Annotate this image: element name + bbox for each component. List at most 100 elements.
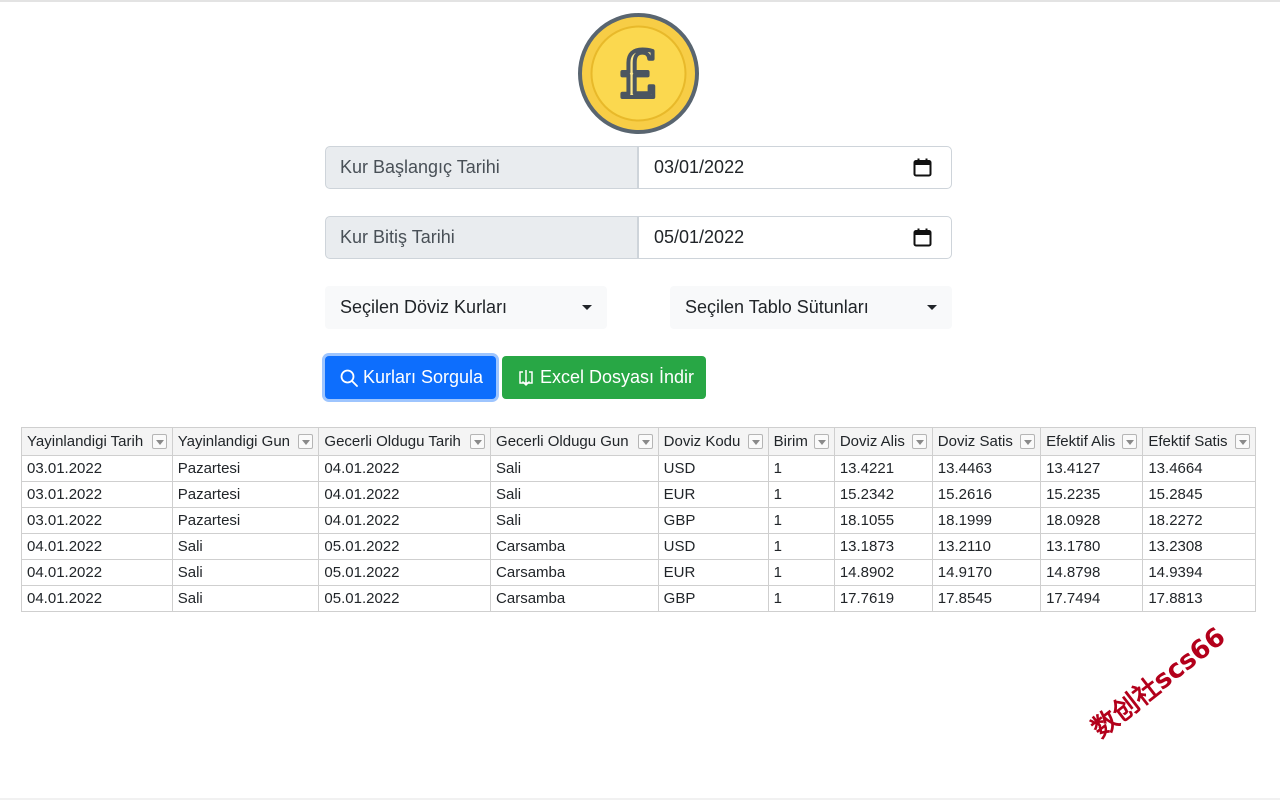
filter-icon[interactable] [637, 434, 653, 449]
chevron-down-icon [582, 305, 592, 310]
table-cell: GBP [657, 585, 769, 612]
table-cell: 14.9170 [931, 559, 1042, 586]
table-cell: 05.01.2022 [318, 533, 492, 560]
currency-select-dropdown[interactable]: Seçilen Döviz Kurları [325, 286, 607, 329]
columns-select-dropdown[interactable]: Seçilen Tablo Sütunları [670, 286, 952, 329]
table-cell: Sali [171, 559, 320, 586]
download-excel-label: Excel Dosyası İndir [540, 367, 695, 387]
column-header[interactable]: Yayinlandigi Gun [171, 427, 320, 456]
table-cell: 13.4127 [1040, 455, 1144, 482]
table-cell: 13.4463 [931, 455, 1042, 482]
table-cell: 1 [767, 585, 835, 612]
chevron-down-icon [927, 305, 937, 310]
table-cell: 15.2342 [833, 481, 933, 508]
table-cell: EUR [657, 481, 769, 508]
table-cell: 18.0928 [1040, 507, 1144, 534]
filter-icon[interactable] [1020, 434, 1036, 449]
table-cell: 04.01.2022 [21, 533, 173, 560]
column-header-label: Birim [773, 433, 808, 450]
column-header[interactable]: Doviz Satis [931, 427, 1042, 456]
start-date-value: 03/01/2022 [654, 157, 745, 177]
table-cell: 03.01.2022 [21, 455, 173, 482]
start-date-row: Kur Başlangıç Tarihi 03/01/2022 [325, 146, 952, 189]
table-cell: Carsamba [490, 533, 659, 560]
table-cell: 1 [767, 533, 835, 560]
filter-icon[interactable] [1235, 434, 1250, 449]
end-date-label: Kur Bitiş Tarihi [325, 216, 638, 259]
columns-select-label: Seçilen Tablo Sütunları [685, 297, 869, 317]
table-cell: 1 [767, 481, 835, 508]
query-rates-label: Kurları Sorgula [363, 367, 484, 387]
table-cell: 1 [767, 455, 835, 482]
end-date-row: Kur Bitiş Tarihi 05/01/2022 [325, 216, 952, 259]
download-icon [519, 369, 533, 386]
filter-icon[interactable] [298, 434, 314, 449]
filter-icon[interactable] [151, 434, 167, 449]
column-header[interactable]: Gecerli Oldugu Tarih [318, 427, 492, 456]
query-rates-button[interactable]: Kurları Sorgula [325, 356, 496, 399]
table-cell: 03.01.2022 [21, 507, 173, 534]
svg-text:£: £ [618, 39, 659, 113]
calendar-icon[interactable] [913, 228, 932, 247]
filter-icon[interactable] [911, 434, 927, 449]
filter-icon[interactable] [1122, 434, 1138, 449]
table-cell: EUR [657, 559, 769, 586]
table-cell: 13.1873 [833, 533, 933, 560]
download-excel-button[interactable]: Excel Dosyası İndir [502, 356, 706, 399]
table-cell: Sali [171, 585, 320, 612]
table-cell: Pazartesi [171, 455, 320, 482]
table-cell: USD [657, 455, 769, 482]
table-cell: 18.1055 [833, 507, 933, 534]
table-cell: 1 [767, 559, 835, 586]
table-cell: 17.7494 [1040, 585, 1144, 612]
column-header-label: Gecerli Oldugu Gun [496, 433, 629, 450]
column-header[interactable]: Efektif Satis [1142, 427, 1256, 456]
column-header[interactable]: Doviz Kodu [657, 427, 769, 456]
table-cell: 04.01.2022 [318, 455, 492, 482]
end-date-value: 05/01/2022 [654, 227, 745, 247]
calendar-icon[interactable] [913, 158, 932, 177]
watermark-text: 数创社scs66 [1086, 621, 1232, 745]
table-cell: Sali [490, 481, 659, 508]
table-row: 04.01.2022 Sali 05.01.2022 Carsamba EUR 1 14.8… [21, 559, 1256, 586]
table-cell: 03.01.2022 [21, 481, 173, 508]
table-row: 04.01.2022 Sali 05.01.2022 Carsamba GBP 1 17.7… [21, 585, 1256, 612]
table-cell: Sali [171, 533, 320, 560]
table-row: 03.01.2022 Pazartesi 04.01.2022 Sali EUR 1 15.… [21, 481, 1256, 508]
start-date-label: Kur Başlangıç Tarihi [325, 146, 638, 189]
exchange-rates-table: Yayinlandigi Tarih Yayinlandigi Gun Gecerl… [21, 427, 1256, 612]
table-cell: USD [657, 533, 769, 560]
column-header[interactable]: Gecerli Oldugu Gun [490, 427, 659, 456]
top-border [0, 0, 1280, 2]
filter-icon[interactable] [747, 434, 763, 449]
column-header[interactable]: Efektif Alis [1040, 427, 1144, 456]
column-header[interactable]: Birim [767, 427, 835, 456]
table-cell: 15.2845 [1142, 481, 1256, 508]
column-header[interactable]: Doviz Alis [833, 427, 933, 456]
table-cell: 14.9394 [1142, 559, 1256, 586]
filter-icon[interactable] [470, 434, 486, 449]
table-row: 03.01.2022 Pazartesi 04.01.2022 Sali USD 1 13.… [21, 455, 1256, 482]
table-row: 04.01.2022 Sali 05.01.2022 Carsamba USD 1 13.1… [21, 533, 1256, 560]
column-header-label: Efektif Satis [1148, 433, 1228, 450]
table-cell: 13.2308 [1142, 533, 1256, 560]
table-cell: 17.7619 [833, 585, 933, 612]
table-body: 03.01.2022 Pazartesi 04.01.2022 Sali USD 1 13.… [21, 455, 1256, 612]
table-cell: 17.8813 [1142, 585, 1256, 612]
column-header-label: Yayinlandigi Tarih [27, 433, 144, 450]
currency-select-label: Seçilen Döviz Kurları [340, 297, 508, 317]
filter-icon[interactable] [813, 434, 829, 449]
table-cell: GBP [657, 507, 769, 534]
table-cell: 05.01.2022 [318, 585, 492, 612]
column-header[interactable]: Yayinlandigi Tarih [21, 427, 173, 456]
table-cell: Sali [490, 455, 659, 482]
table-cell: 13.4221 [833, 455, 933, 482]
table-cell: 14.8902 [833, 559, 933, 586]
table-cell: Pazartesi [171, 507, 320, 534]
end-date-input[interactable]: 05/01/2022 [638, 216, 952, 259]
table-cell: Sali [490, 507, 659, 534]
table-cell: 14.8798 [1040, 559, 1144, 586]
table-cell: 15.2235 [1040, 481, 1144, 508]
table-cell: Carsamba [490, 585, 659, 612]
start-date-input[interactable]: 03/01/2022 [638, 146, 952, 189]
